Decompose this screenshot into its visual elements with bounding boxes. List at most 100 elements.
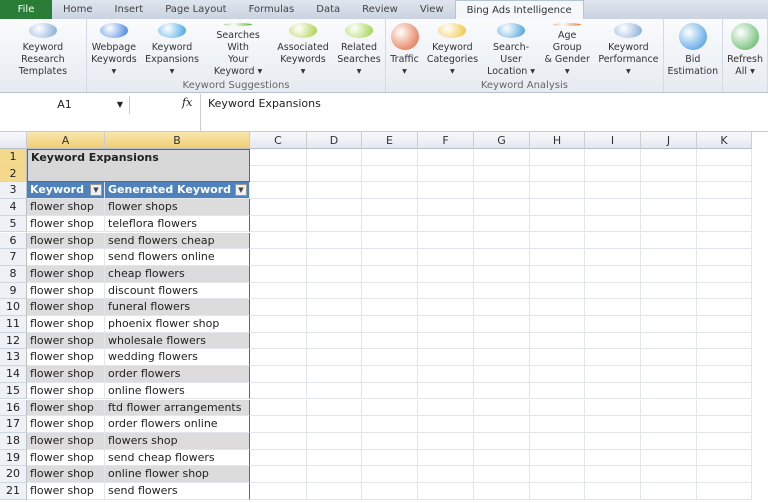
cell[interactable] [641, 165, 697, 183]
cell[interactable] [474, 449, 530, 467]
cell[interactable] [641, 432, 697, 450]
column-header-F[interactable]: F [418, 132, 474, 149]
column-header-J[interactable]: J [641, 132, 697, 149]
cell[interactable] [418, 299, 474, 316]
table-cell[interactable]: ftd flower arrangements [105, 399, 250, 417]
cell[interactable] [641, 299, 697, 316]
cell[interactable] [362, 366, 418, 383]
table-cell[interactable]: flower shop [27, 483, 105, 500]
cell[interactable] [697, 332, 752, 350]
cell[interactable] [418, 249, 474, 266]
row-header[interactable]: 7 [0, 249, 27, 266]
cell[interactable] [641, 483, 697, 500]
cell[interactable] [362, 149, 418, 166]
cell[interactable] [474, 416, 530, 433]
column-header-C[interactable]: C [250, 132, 307, 149]
column-header-K[interactable]: K [697, 132, 752, 149]
column-header-I[interactable]: I [585, 132, 641, 149]
table-cell[interactable]: flower shop [27, 282, 105, 300]
cell[interactable] [362, 265, 418, 283]
table-cell[interactable]: flower shop [27, 265, 105, 283]
cell[interactable] [530, 483, 585, 500]
table-cell[interactable]: flower shop [27, 215, 105, 233]
cell[interactable] [418, 316, 474, 333]
cell[interactable] [641, 466, 697, 483]
column-header-E[interactable]: E [362, 132, 418, 149]
cell[interactable] [362, 232, 418, 250]
ribbon-button-people[interactable]: Age Group & Gender ▾ [540, 19, 594, 78]
row-header[interactable]: 8 [0, 265, 27, 283]
cell[interactable] [474, 316, 530, 333]
table-cell[interactable]: flowers shop [105, 432, 250, 450]
cell[interactable] [250, 215, 307, 233]
table-cell[interactable]: teleflora flowers [105, 215, 250, 233]
cell[interactable] [250, 265, 307, 283]
table-cell[interactable]: send flowers online [105, 249, 250, 266]
tab-file[interactable]: File [0, 0, 52, 19]
table-cell[interactable]: send flowers [105, 483, 250, 500]
cell[interactable] [530, 316, 585, 333]
cell[interactable] [250, 416, 307, 433]
cell[interactable] [697, 349, 752, 367]
cell[interactable] [697, 249, 752, 266]
cell[interactable] [418, 332, 474, 350]
table-cell[interactable]: wedding flowers [105, 349, 250, 367]
cell[interactable] [250, 349, 307, 367]
cell[interactable] [641, 416, 697, 433]
cell[interactable] [641, 182, 697, 200]
cell[interactable] [474, 165, 530, 183]
cell[interactable] [585, 282, 641, 300]
cell[interactable] [307, 232, 362, 250]
table-cell[interactable]: send cheap flowers [105, 449, 250, 467]
cell[interactable] [362, 483, 418, 500]
cell[interactable] [362, 199, 418, 216]
cell[interactable] [474, 232, 530, 250]
table-cell[interactable]: phoenix flower shop [105, 316, 250, 333]
cell[interactable] [362, 349, 418, 367]
cell[interactable] [530, 416, 585, 433]
cell[interactable] [641, 199, 697, 216]
cell[interactable] [585, 199, 641, 216]
cell[interactable] [641, 265, 697, 283]
tab-formulas[interactable]: Formulas [238, 0, 306, 19]
table-cell[interactable]: flower shop [27, 466, 105, 483]
tab-home[interactable]: Home [52, 0, 104, 19]
cell[interactable] [362, 399, 418, 417]
cell[interactable] [307, 332, 362, 350]
column-header-G[interactable]: G [474, 132, 530, 149]
cell[interactable] [530, 265, 585, 283]
cell[interactable] [585, 382, 641, 400]
cell[interactable] [362, 282, 418, 300]
table-cell[interactable]: send flowers cheap [105, 232, 250, 250]
table-cell[interactable]: flower shop [27, 399, 105, 417]
cell[interactable] [418, 182, 474, 200]
table-cell[interactable]: order flowers [105, 366, 250, 383]
cell[interactable] [307, 316, 362, 333]
cell[interactable] [418, 165, 474, 183]
cell[interactable] [697, 316, 752, 333]
cell[interactable] [697, 282, 752, 300]
cell[interactable] [530, 299, 585, 316]
cell[interactable] [530, 215, 585, 233]
tab-review[interactable]: Review [351, 0, 409, 19]
cell[interactable] [418, 366, 474, 383]
cell[interactable] [474, 149, 530, 166]
tab-data[interactable]: Data [305, 0, 351, 19]
cell[interactable] [530, 199, 585, 216]
cell[interactable] [474, 466, 530, 483]
cell[interactable] [362, 165, 418, 183]
cell[interactable] [418, 232, 474, 250]
cell[interactable] [641, 232, 697, 250]
cell[interactable] [530, 232, 585, 250]
cell[interactable] [697, 483, 752, 500]
table-header-keyword[interactable]: Keyword ▼ [27, 182, 105, 200]
row-header[interactable]: 3 [0, 182, 27, 200]
cell[interactable] [641, 449, 697, 467]
ribbon-button-related[interactable]: Related Searches ▾ [333, 19, 386, 78]
cell[interactable] [474, 182, 530, 200]
table-cell[interactable]: wholesale flowers [105, 332, 250, 350]
tab-bing-ads-intelligence[interactable]: Bing Ads Intelligence [454, 0, 584, 19]
cell[interactable] [307, 199, 362, 216]
row-header[interactable]: 6 [0, 232, 27, 250]
cell[interactable] [697, 416, 752, 433]
